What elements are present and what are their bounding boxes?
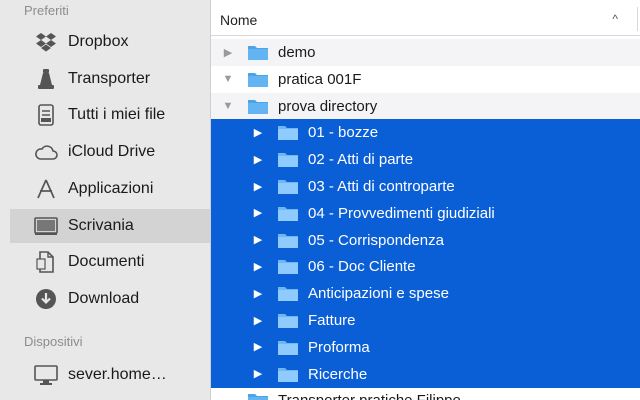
folder-icon bbox=[277, 232, 299, 249]
file-name: 02 - Atti di parte bbox=[308, 151, 414, 169]
column-header-label: Nome bbox=[220, 12, 258, 28]
sidebar-item-documenti[interactable]: Documenti bbox=[10, 245, 210, 279]
folder-icon bbox=[277, 124, 299, 141]
disclosure-expanded-icon[interactable]: ▼ bbox=[221, 72, 235, 86]
disclosure-expanded-icon[interactable]: ▼ bbox=[221, 99, 235, 113]
column-divider[interactable] bbox=[637, 7, 638, 31]
sidebar-item-applicazioni[interactable]: Applicazioni bbox=[10, 172, 210, 206]
sidebar: Preferiti Dropbox Transporter Tutti i mi… bbox=[0, 0, 211, 400]
disclosure-collapsed-icon[interactable]: ▶ bbox=[251, 367, 265, 381]
documents-icon bbox=[34, 250, 58, 274]
file-row[interactable]: ▼ pratica 001F bbox=[211, 66, 640, 93]
sidebar-item-label: Download bbox=[68, 289, 140, 307]
disclosure-collapsed-icon[interactable]: ▶ bbox=[221, 45, 235, 59]
file-name: pratica 001F bbox=[278, 70, 362, 88]
sidebar-item-icloud-drive[interactable]: iCloud Drive bbox=[10, 135, 210, 169]
dropbox-icon bbox=[34, 30, 58, 54]
favorites-section-title: Preferiti bbox=[24, 3, 69, 18]
cloud-icon bbox=[34, 140, 58, 164]
file-row[interactable]: ▶ 02 - Atti di parte bbox=[211, 146, 640, 174]
sidebar-item-label: Documenti bbox=[68, 253, 145, 271]
file-name: 05 - Corrispondenza bbox=[308, 231, 444, 249]
sidebar-item-label: Tutti i miei file bbox=[68, 106, 166, 124]
folder-icon bbox=[277, 312, 299, 329]
disclosure-collapsed-icon[interactable]: ▶ bbox=[251, 313, 265, 327]
file-row[interactable]: ▶ 05 - Corrispondenza bbox=[211, 226, 640, 254]
disclosure-collapsed-icon[interactable]: ▶ bbox=[251, 206, 265, 220]
column-header-name[interactable]: Nome ^ bbox=[211, 3, 640, 36]
file-row[interactable]: ▶ demo bbox=[211, 39, 640, 66]
file-row[interactable]: ▶ 03 - Atti di controparte bbox=[211, 173, 640, 200]
sidebar-item-label: sever.home… bbox=[68, 366, 167, 383]
folder-icon bbox=[277, 366, 299, 383]
file-row[interactable]: ▶ Proforma bbox=[211, 333, 640, 361]
file-name: Transporter pratiche Filippo bbox=[278, 392, 461, 400]
desktop-icon bbox=[34, 214, 58, 238]
finder-window: Preferiti Dropbox Transporter Tutti i mi… bbox=[0, 0, 640, 400]
file-name: 01 - bozze bbox=[308, 124, 379, 142]
disclosure-collapsed-icon[interactable]: ▶ bbox=[251, 286, 265, 300]
file-name: Ricerche bbox=[308, 365, 368, 383]
download-icon bbox=[34, 287, 58, 311]
file-row[interactable]: ▶ Ricerche bbox=[211, 360, 640, 388]
file-row[interactable]: ▶ 01 - bozze bbox=[211, 119, 640, 147]
sidebar-item-scrivania[interactable]: Scrivania bbox=[10, 208, 210, 243]
file-name: 03 - Atti di controparte bbox=[308, 178, 455, 195]
file-name: prova directory bbox=[278, 97, 378, 115]
folder-icon bbox=[277, 339, 299, 356]
sort-ascending-icon[interactable]: ^ bbox=[612, 12, 618, 26]
devices-section-title: Dispositivi bbox=[24, 334, 83, 349]
disclosure-collapsed-icon[interactable]: ▶ bbox=[251, 179, 265, 193]
disclosure-collapsed-icon[interactable]: ▶ bbox=[251, 259, 265, 273]
sidebar-item-download[interactable]: Download bbox=[10, 282, 210, 316]
applications-icon bbox=[34, 177, 58, 201]
disclosure-collapsed-icon[interactable]: ▶ bbox=[251, 233, 265, 247]
file-name: 04 - Provvedimenti giudiziali bbox=[308, 204, 495, 222]
file-name: 06 - Doc Cliente bbox=[308, 258, 416, 276]
folder-icon bbox=[247, 98, 269, 115]
file-row[interactable]: ▶ Fatture bbox=[211, 307, 640, 334]
sidebar-item-label: iCloud Drive bbox=[68, 143, 156, 161]
folder-icon bbox=[277, 151, 299, 168]
file-row[interactable]: ▼ prova directory bbox=[211, 92, 640, 120]
sidebar-item-label: Applicazioni bbox=[68, 179, 154, 197]
sidebar-item-tutti-i-miei-file[interactable]: Tutti i miei file bbox=[10, 98, 210, 132]
file-row[interactable]: ▶ 06 - Doc Cliente bbox=[211, 253, 640, 281]
file-name: Proforma bbox=[308, 338, 370, 356]
folder-icon bbox=[277, 178, 299, 195]
sidebar-item-label: Dropbox bbox=[68, 33, 129, 50]
folder-icon bbox=[277, 285, 299, 302]
file-row[interactable]: Transporter pratiche Filippo bbox=[211, 387, 640, 400]
folder-icon bbox=[247, 392, 269, 400]
file-row[interactable]: ▶ Anticipazioni e spese bbox=[211, 280, 640, 308]
computer-icon bbox=[34, 363, 58, 387]
sidebar-item-transporter[interactable]: Transporter bbox=[10, 62, 210, 96]
folder-icon bbox=[277, 205, 299, 222]
disclosure-collapsed-icon[interactable] bbox=[221, 393, 235, 400]
sidebar-device-item[interactable]: sever.home… bbox=[10, 358, 210, 392]
file-name: Anticipazioni e spese bbox=[308, 285, 449, 303]
disclosure-collapsed-icon[interactable]: ▶ bbox=[251, 340, 265, 354]
file-name: Fatture bbox=[308, 312, 356, 329]
sidebar-item-label: Scrivania bbox=[68, 216, 134, 234]
disclosure-collapsed-icon[interactable]: ▶ bbox=[251, 152, 265, 166]
transporter-icon bbox=[34, 67, 58, 91]
sidebar-item-dropbox[interactable]: Dropbox bbox=[10, 25, 210, 59]
folder-icon bbox=[247, 44, 269, 61]
file-name: demo bbox=[278, 44, 316, 61]
sidebar-item-label: Transporter bbox=[68, 69, 151, 87]
file-row[interactable]: ▶ 04 - Provvedimenti giudiziali bbox=[211, 199, 640, 227]
folder-icon bbox=[277, 258, 299, 275]
folder-icon bbox=[247, 71, 269, 88]
file-list: Nome ^ ▶ demo ▼ pratica 001F ▼ prova dir… bbox=[211, 0, 640, 400]
all-files-icon bbox=[34, 103, 58, 127]
disclosure-collapsed-icon[interactable]: ▶ bbox=[251, 125, 265, 139]
